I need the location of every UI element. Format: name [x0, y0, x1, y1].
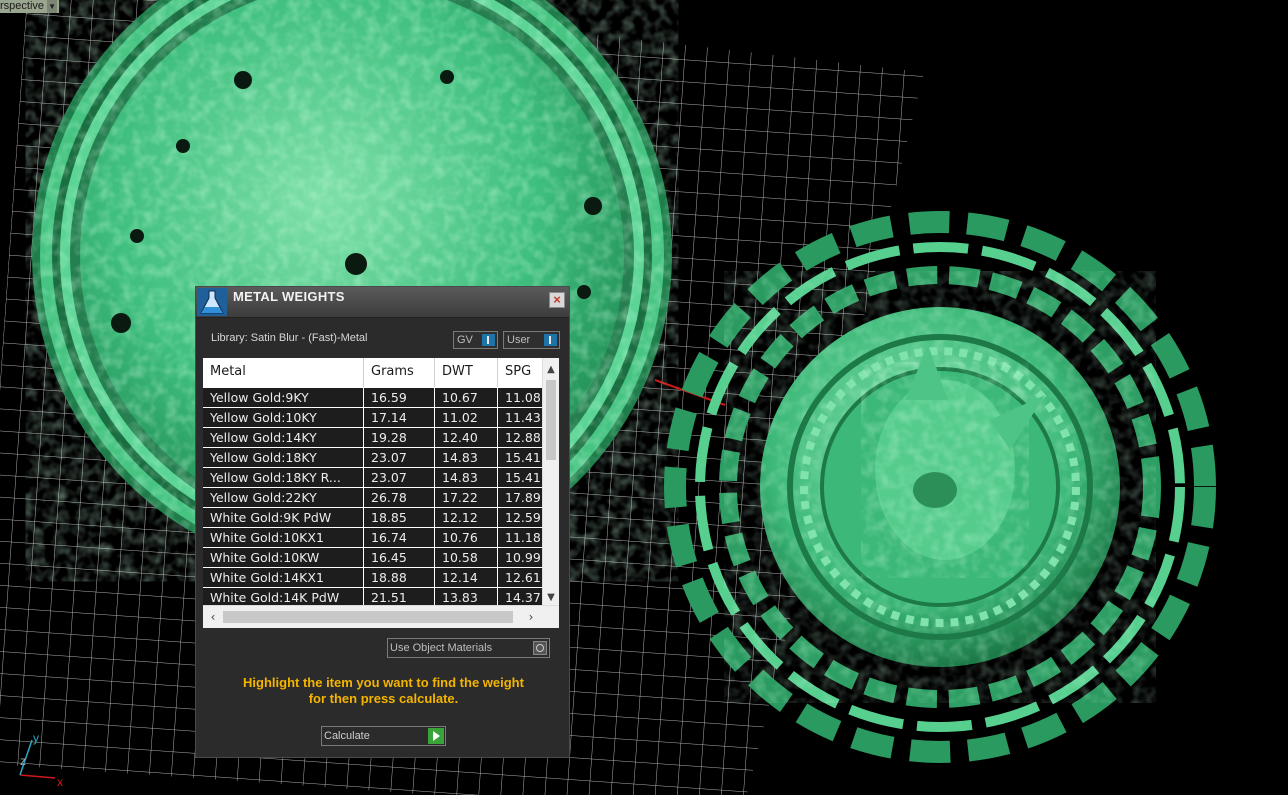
cell-dwt: 10.76 [435, 528, 498, 548]
cell-spg: 11.08 [498, 388, 543, 408]
cell-metal: Yellow Gold:9KY [203, 388, 364, 408]
cell-spg: 12.61 [498, 568, 543, 588]
cell-dwt: 11.02 [435, 408, 498, 428]
cell-dwt: 14.83 [435, 448, 498, 468]
viewport-label[interactable]: rspective ▼ [0, 0, 60, 13]
user-label: User [507, 334, 531, 346]
cell-grams: 16.74 [364, 528, 435, 548]
flask-logo-icon [197, 288, 227, 316]
scroll-right-icon[interactable]: › [523, 606, 539, 628]
column-header-spg[interactable]: SPG [498, 358, 543, 387]
column-header-metal[interactable]: Metal [203, 358, 364, 387]
table-row[interactable]: Yellow Gold:18KY 23.07 14.83 15.41 [203, 448, 543, 468]
play-icon [428, 728, 444, 744]
cell-spg: 12.88 [498, 428, 543, 448]
calculate-label: Calculate [324, 730, 370, 742]
scroll-thumb[interactable] [223, 611, 513, 623]
cell-grams: 17.14 [364, 408, 435, 428]
radio-icon [533, 641, 547, 655]
cell-grams: 19.28 [364, 428, 435, 448]
cell-grams: 16.59 [364, 388, 435, 408]
table-row[interactable]: Yellow Gold:10KY 17.14 11.02 11.43 [203, 408, 543, 428]
table-row[interactable]: White Gold:14KX1 18.88 12.14 12.61 [203, 568, 543, 588]
toggle-knob-icon [544, 334, 557, 346]
scroll-up-icon[interactable]: ▲ [543, 362, 559, 378]
cell-grams: 18.85 [364, 508, 435, 528]
cell-dwt: 10.67 [435, 388, 498, 408]
hint-line-1: Highlight the item you want to find the … [243, 675, 524, 690]
axis-x-label: x [57, 775, 63, 789]
cell-metal: White Gold:14KX1 [203, 568, 364, 588]
scroll-left-icon[interactable]: ‹ [205, 606, 221, 628]
use-object-materials-label: Use Object Materials [390, 642, 493, 654]
cell-dwt: 12.40 [435, 428, 498, 448]
table-row[interactable]: Yellow Gold:22KY 26.78 17.22 17.89 [203, 488, 543, 508]
scroll-down-icon[interactable]: ▼ [543, 590, 559, 606]
table-row[interactable]: Yellow Gold:14KY 19.28 12.40 12.88 [203, 428, 543, 448]
cell-spg: 11.43 [498, 408, 543, 428]
toggle-knob-icon [482, 334, 495, 346]
cell-dwt: 14.83 [435, 468, 498, 488]
user-toggle[interactable]: User [503, 331, 560, 349]
vertical-scrollbar[interactable]: ▲ ▼ [542, 358, 559, 606]
column-header-grams[interactable]: Grams [364, 358, 435, 387]
cell-grams: 23.07 [364, 448, 435, 468]
cell-grams: 18.88 [364, 568, 435, 588]
cell-metal: Yellow Gold:14KY [203, 428, 364, 448]
chevron-down-icon[interactable]: ▼ [47, 0, 58, 13]
cell-spg: 11.18 [498, 528, 543, 548]
dialog-title: METAL WEIGHTS [233, 289, 345, 304]
cell-metal: White Gold:9K PdW [203, 508, 364, 528]
calculate-button[interactable]: Calculate [321, 726, 446, 746]
cell-spg: 15.41 [498, 468, 543, 488]
axis-z-label: z [20, 754, 26, 768]
table-row[interactable]: Yellow Gold:18KY R... 23.07 14.83 15.41 [203, 468, 543, 488]
column-header-dwt[interactable]: DWT [435, 358, 498, 387]
cell-dwt: 12.12 [435, 508, 498, 528]
cell-grams: 26.78 [364, 488, 435, 508]
cell-metal: White Gold:10KX1 [203, 528, 364, 548]
cell-spg: 10.99 [498, 548, 543, 568]
axis-y-label: y [33, 731, 39, 745]
gv-label: GV [457, 334, 473, 346]
close-icon[interactable]: × [549, 292, 565, 308]
cell-metal: Yellow Gold:18KY R... [203, 468, 364, 488]
table-row[interactable]: White Gold:10KX1 16.74 10.76 11.18 [203, 528, 543, 548]
library-label: Library: Satin Blur - (Fast)-Metal [211, 332, 368, 344]
scroll-thumb[interactable] [546, 380, 556, 460]
cell-metal: Yellow Gold:22KY [203, 488, 364, 508]
cell-dwt: 10.58 [435, 548, 498, 568]
hint-line-2: for then press calculate. [308, 691, 459, 706]
metal-weights-dialog: METAL WEIGHTS × Library: Satin Blur - (F… [195, 286, 570, 758]
table-row[interactable]: Yellow Gold:9KY 16.59 10.67 11.08 [203, 388, 543, 408]
cell-spg: 17.89 [498, 488, 543, 508]
horizontal-scrollbar[interactable]: ‹ › [203, 605, 559, 628]
cell-metal: White Gold:10KW [203, 548, 364, 568]
table-header: Metal Grams DWT SPG [203, 358, 543, 387]
metal-table[interactable]: Metal Grams DWT SPG Yellow Gold:9KY 16.59… [203, 358, 559, 628]
table-row[interactable]: White Gold:10KW 16.45 10.58 10.99 [203, 548, 543, 568]
cell-grams: 16.45 [364, 548, 435, 568]
cell-metal: Yellow Gold:18KY [203, 448, 364, 468]
table-body: Yellow Gold:9KY 16.59 10.67 11.08 Yellow Gol… [203, 388, 543, 608]
cell-spg: 12.59 [498, 508, 543, 528]
cell-dwt: 17.22 [435, 488, 498, 508]
gv-toggle[interactable]: GV [453, 331, 498, 349]
cell-spg: 15.41 [498, 448, 543, 468]
cell-grams: 23.07 [364, 468, 435, 488]
viewport-label-text: rspective [0, 0, 45, 12]
use-object-materials-toggle[interactable]: Use Object Materials [387, 638, 550, 658]
cell-metal: Yellow Gold:10KY [203, 408, 364, 428]
table-row[interactable]: White Gold:9K PdW 18.85 12.12 12.59 [203, 508, 543, 528]
dialog-title-bar[interactable]: METAL WEIGHTS × [196, 287, 569, 318]
cell-dwt: 12.14 [435, 568, 498, 588]
3d-viewport[interactable]: x y z [0, 0, 1288, 795]
